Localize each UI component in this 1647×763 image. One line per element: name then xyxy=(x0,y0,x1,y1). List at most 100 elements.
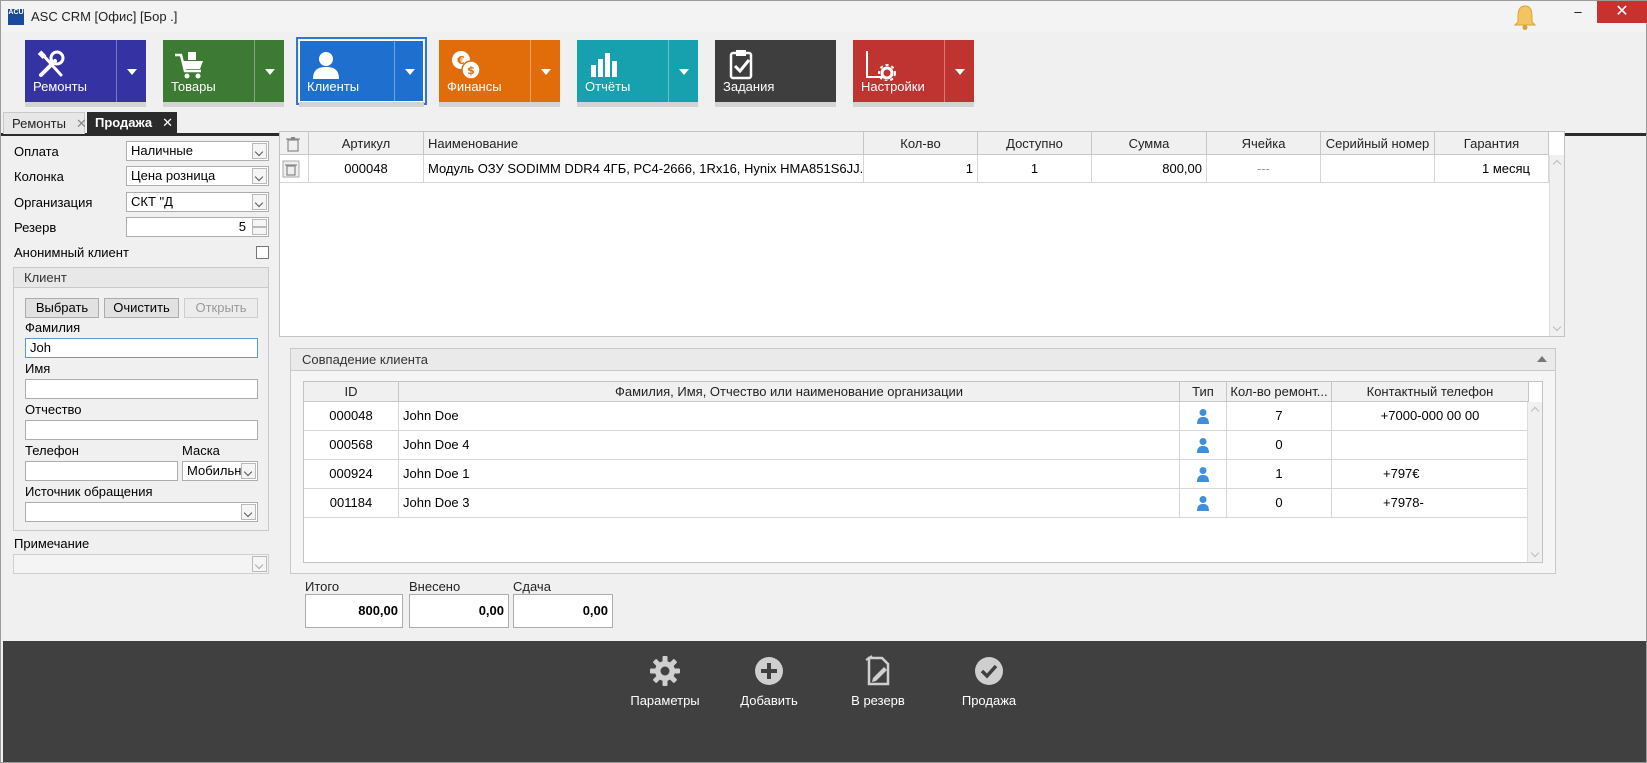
stepper-down-icon[interactable] xyxy=(252,227,267,235)
ribbon-finance-label: Финансы xyxy=(447,79,502,94)
surname-field[interactable]: Joh xyxy=(25,338,258,358)
task-icon xyxy=(729,50,753,80)
reserve-icon xyxy=(865,655,890,686)
match-scrollbar[interactable] xyxy=(1527,402,1542,562)
stepper-up-icon[interactable] xyxy=(252,219,267,227)
col-header-name[interactable]: Наименование xyxy=(424,132,864,155)
minimize-button[interactable]: – xyxy=(1562,1,1594,23)
col-header-available[interactable]: Доступно xyxy=(978,132,1092,155)
patronymic-field[interactable] xyxy=(25,420,258,440)
chevron-down-icon[interactable] xyxy=(241,463,256,479)
col-header-sum[interactable]: Сумма xyxy=(1092,132,1207,155)
item-qty[interactable]: 1 xyxy=(864,155,978,183)
match-col-name[interactable]: Фамилия, Имя, Отчество или наименование … xyxy=(399,382,1180,402)
ribbon-tasks[interactable]: Задания xyxy=(715,40,836,107)
item-sku[interactable]: 000048 xyxy=(309,155,424,183)
app-window: ACU ASC CRM [Офис] [Бор .] – □ ✕ Ремонты xyxy=(0,0,1647,763)
ribbon-settings[interactable]: Настройки xyxy=(853,40,974,107)
ribbon-goods-dropdown[interactable] xyxy=(254,40,284,102)
column-label: Колонка xyxy=(14,169,64,184)
price-column-select[interactable]: Цена розница xyxy=(126,166,269,186)
ribbon-toolbar: Ремонты Товары Клиенты € $ Финансы Отчёт… xyxy=(1,32,1646,112)
gear-icon xyxy=(650,656,680,686)
chevron-down-icon[interactable] xyxy=(252,143,267,159)
chevron-down-icon[interactable] xyxy=(252,194,267,210)
trash-icon[interactable] xyxy=(284,135,302,153)
check-circle-icon xyxy=(975,657,1003,685)
ribbon-finance[interactable]: € $ Финансы xyxy=(439,40,560,107)
sale-button[interactable]: Продажа xyxy=(949,655,1029,708)
chevron-down-icon xyxy=(252,556,267,572)
item-name[interactable]: Модуль ОЗУ SODIMM DDR4 4ГБ, PC4-2666, 1R… xyxy=(424,155,864,183)
collapse-icon[interactable] xyxy=(1537,356,1547,362)
close-icon[interactable]: ✕ xyxy=(76,116,87,131)
items-scrollbar[interactable] xyxy=(1549,155,1564,336)
organization-select[interactable]: СКТ "Д xyxy=(126,192,269,212)
change-field: 0,00 xyxy=(513,594,613,628)
ribbon-goods[interactable]: Товары xyxy=(163,40,284,107)
ribbon-settings-dropdown[interactable] xyxy=(944,40,974,102)
footer-toolbar: Параметры Добавить В резерв Продажа xyxy=(3,641,1646,762)
reserve-stepper[interactable]: 5 xyxy=(126,217,269,237)
close-button[interactable]: ✕ xyxy=(1597,1,1647,23)
tab-repairs[interactable]: Ремонты ✕ xyxy=(3,112,87,134)
paid-field[interactable]: 0,00 xyxy=(409,594,509,628)
parameters-button[interactable]: Параметры xyxy=(625,655,705,708)
note-select[interactable] xyxy=(13,554,269,574)
paid-label: Внесено xyxy=(409,579,461,594)
match-col-id[interactable]: ID xyxy=(304,382,399,402)
anonymous-client-label: Анонимный клиент xyxy=(14,245,129,260)
select-client-button[interactable]: Выбрать xyxy=(25,298,99,318)
close-icon[interactable]: ✕ xyxy=(162,115,173,130)
match-col-repairs[interactable]: Кол-во ремонт... xyxy=(1227,382,1332,402)
item-sum[interactable]: 800,00 xyxy=(1092,155,1207,183)
col-header-serial[interactable]: Серийный номер xyxy=(1321,132,1435,155)
phone-field[interactable] xyxy=(25,461,178,481)
col-header-cell[interactable]: Ячейка xyxy=(1207,132,1321,155)
chevron-down-icon[interactable] xyxy=(252,168,267,184)
open-client-button[interactable]: Открыть xyxy=(184,298,258,318)
match-phone: +7000-000 00 00 xyxy=(1332,402,1529,431)
match-name: John Doe 4 xyxy=(399,431,1180,460)
ribbon-finance-dropdown[interactable] xyxy=(530,40,560,102)
col-header-warranty[interactable]: Гарантия xyxy=(1435,132,1549,155)
ribbon-tasks-main[interactable]: Задания xyxy=(715,40,836,102)
add-button[interactable]: Добавить xyxy=(729,655,809,708)
item-warranty[interactable]: 1 месяц xyxy=(1435,155,1549,183)
phone-mask-select[interactable]: Мобильн xyxy=(182,461,258,481)
item-cell[interactable]: --- xyxy=(1207,155,1321,183)
delete-column-header xyxy=(280,132,309,155)
name-field[interactable] xyxy=(25,379,258,399)
anonymous-client-checkbox[interactable] xyxy=(256,246,269,259)
match-id: 001184 xyxy=(304,489,399,518)
match-phone xyxy=(1332,431,1529,460)
ribbon-clients[interactable]: Клиенты xyxy=(296,37,427,107)
bell-icon[interactable] xyxy=(1512,3,1538,31)
trash-icon[interactable] xyxy=(282,160,300,178)
match-id: 000048 xyxy=(304,402,399,431)
match-repairs: 0 xyxy=(1227,489,1332,518)
ribbon-reports[interactable]: Отчёты xyxy=(577,40,698,107)
chevron-down-icon[interactable] xyxy=(241,504,256,520)
col-header-qty[interactable]: Кол-во xyxy=(864,132,978,155)
name-label: Имя xyxy=(25,361,51,376)
source-select[interactable] xyxy=(25,502,258,522)
person-icon xyxy=(1197,467,1209,482)
ribbon-clients-dropdown[interactable] xyxy=(394,40,424,102)
match-col-type[interactable]: Тип xyxy=(1180,382,1227,402)
match-repairs: 0 xyxy=(1227,431,1332,460)
ribbon-reports-dropdown[interactable] xyxy=(668,40,698,102)
ribbon-repairs[interactable]: Ремонты xyxy=(25,40,146,107)
payment-select[interactable]: Наличные xyxy=(126,141,269,161)
clear-client-button[interactable]: Очистить xyxy=(104,298,179,318)
match-id: 000568 xyxy=(304,431,399,460)
match-id: 000924 xyxy=(304,460,399,489)
tab-sale[interactable]: Продажа ✕ xyxy=(87,112,177,134)
ribbon-repairs-dropdown[interactable] xyxy=(116,40,146,102)
item-available[interactable]: 1 xyxy=(978,155,1092,183)
col-header-sku[interactable]: Артикул xyxy=(309,132,424,155)
source-label: Источник обращения xyxy=(25,484,153,499)
reserve-button[interactable]: В резерв xyxy=(833,655,923,708)
match-col-phone[interactable]: Контактный телефон xyxy=(1332,382,1529,402)
item-serial[interactable] xyxy=(1321,155,1435,183)
